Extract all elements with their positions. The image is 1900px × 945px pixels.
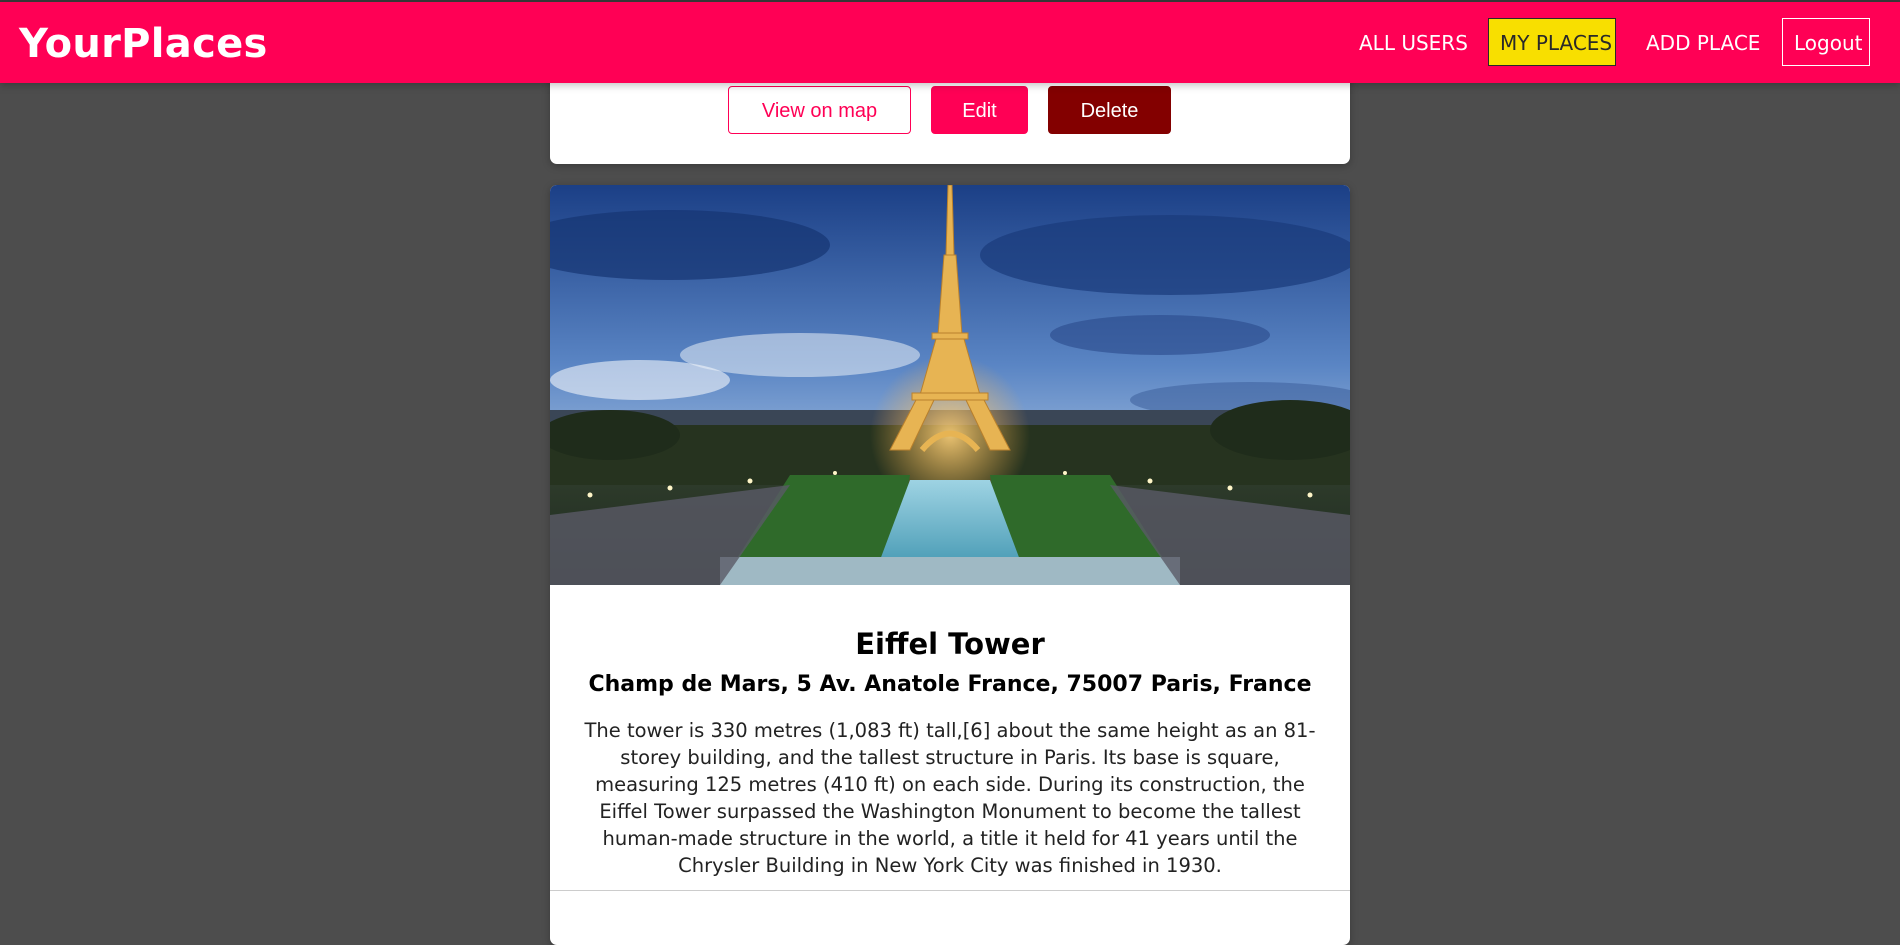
edit-button[interactable]: Edit [931, 86, 1028, 134]
place-description: The tower is 330 metres (1,083 ft) tall,… [584, 718, 1316, 877]
place-card: Eiffel Tower Champ de Mars, 5 Av. Anatol… [550, 185, 1350, 945]
place-address: Champ de Mars, 5 Av. Anatole France, 750… [588, 672, 1312, 698]
nav-all-users[interactable]: ALL USERS [1347, 18, 1480, 66]
main-header: YourPlaces ALL USERS MY PLACES ADD PLACE… [0, 2, 1900, 83]
delete-button[interactable]: Delete [1048, 86, 1171, 134]
eiffel-tower-photo [550, 185, 1350, 585]
brand-logo[interactable]: YourPlaces [19, 20, 268, 68]
nav-add-place[interactable]: ADD PLACE [1634, 18, 1772, 66]
nav-logout[interactable]: Logout [1782, 18, 1870, 66]
place-title: Eiffel Tower [855, 627, 1045, 662]
view-on-map-button[interactable]: View on map [728, 86, 911, 134]
nav-my-places[interactable]: MY PLACES [1488, 18, 1616, 66]
card-divider [550, 890, 1350, 891]
